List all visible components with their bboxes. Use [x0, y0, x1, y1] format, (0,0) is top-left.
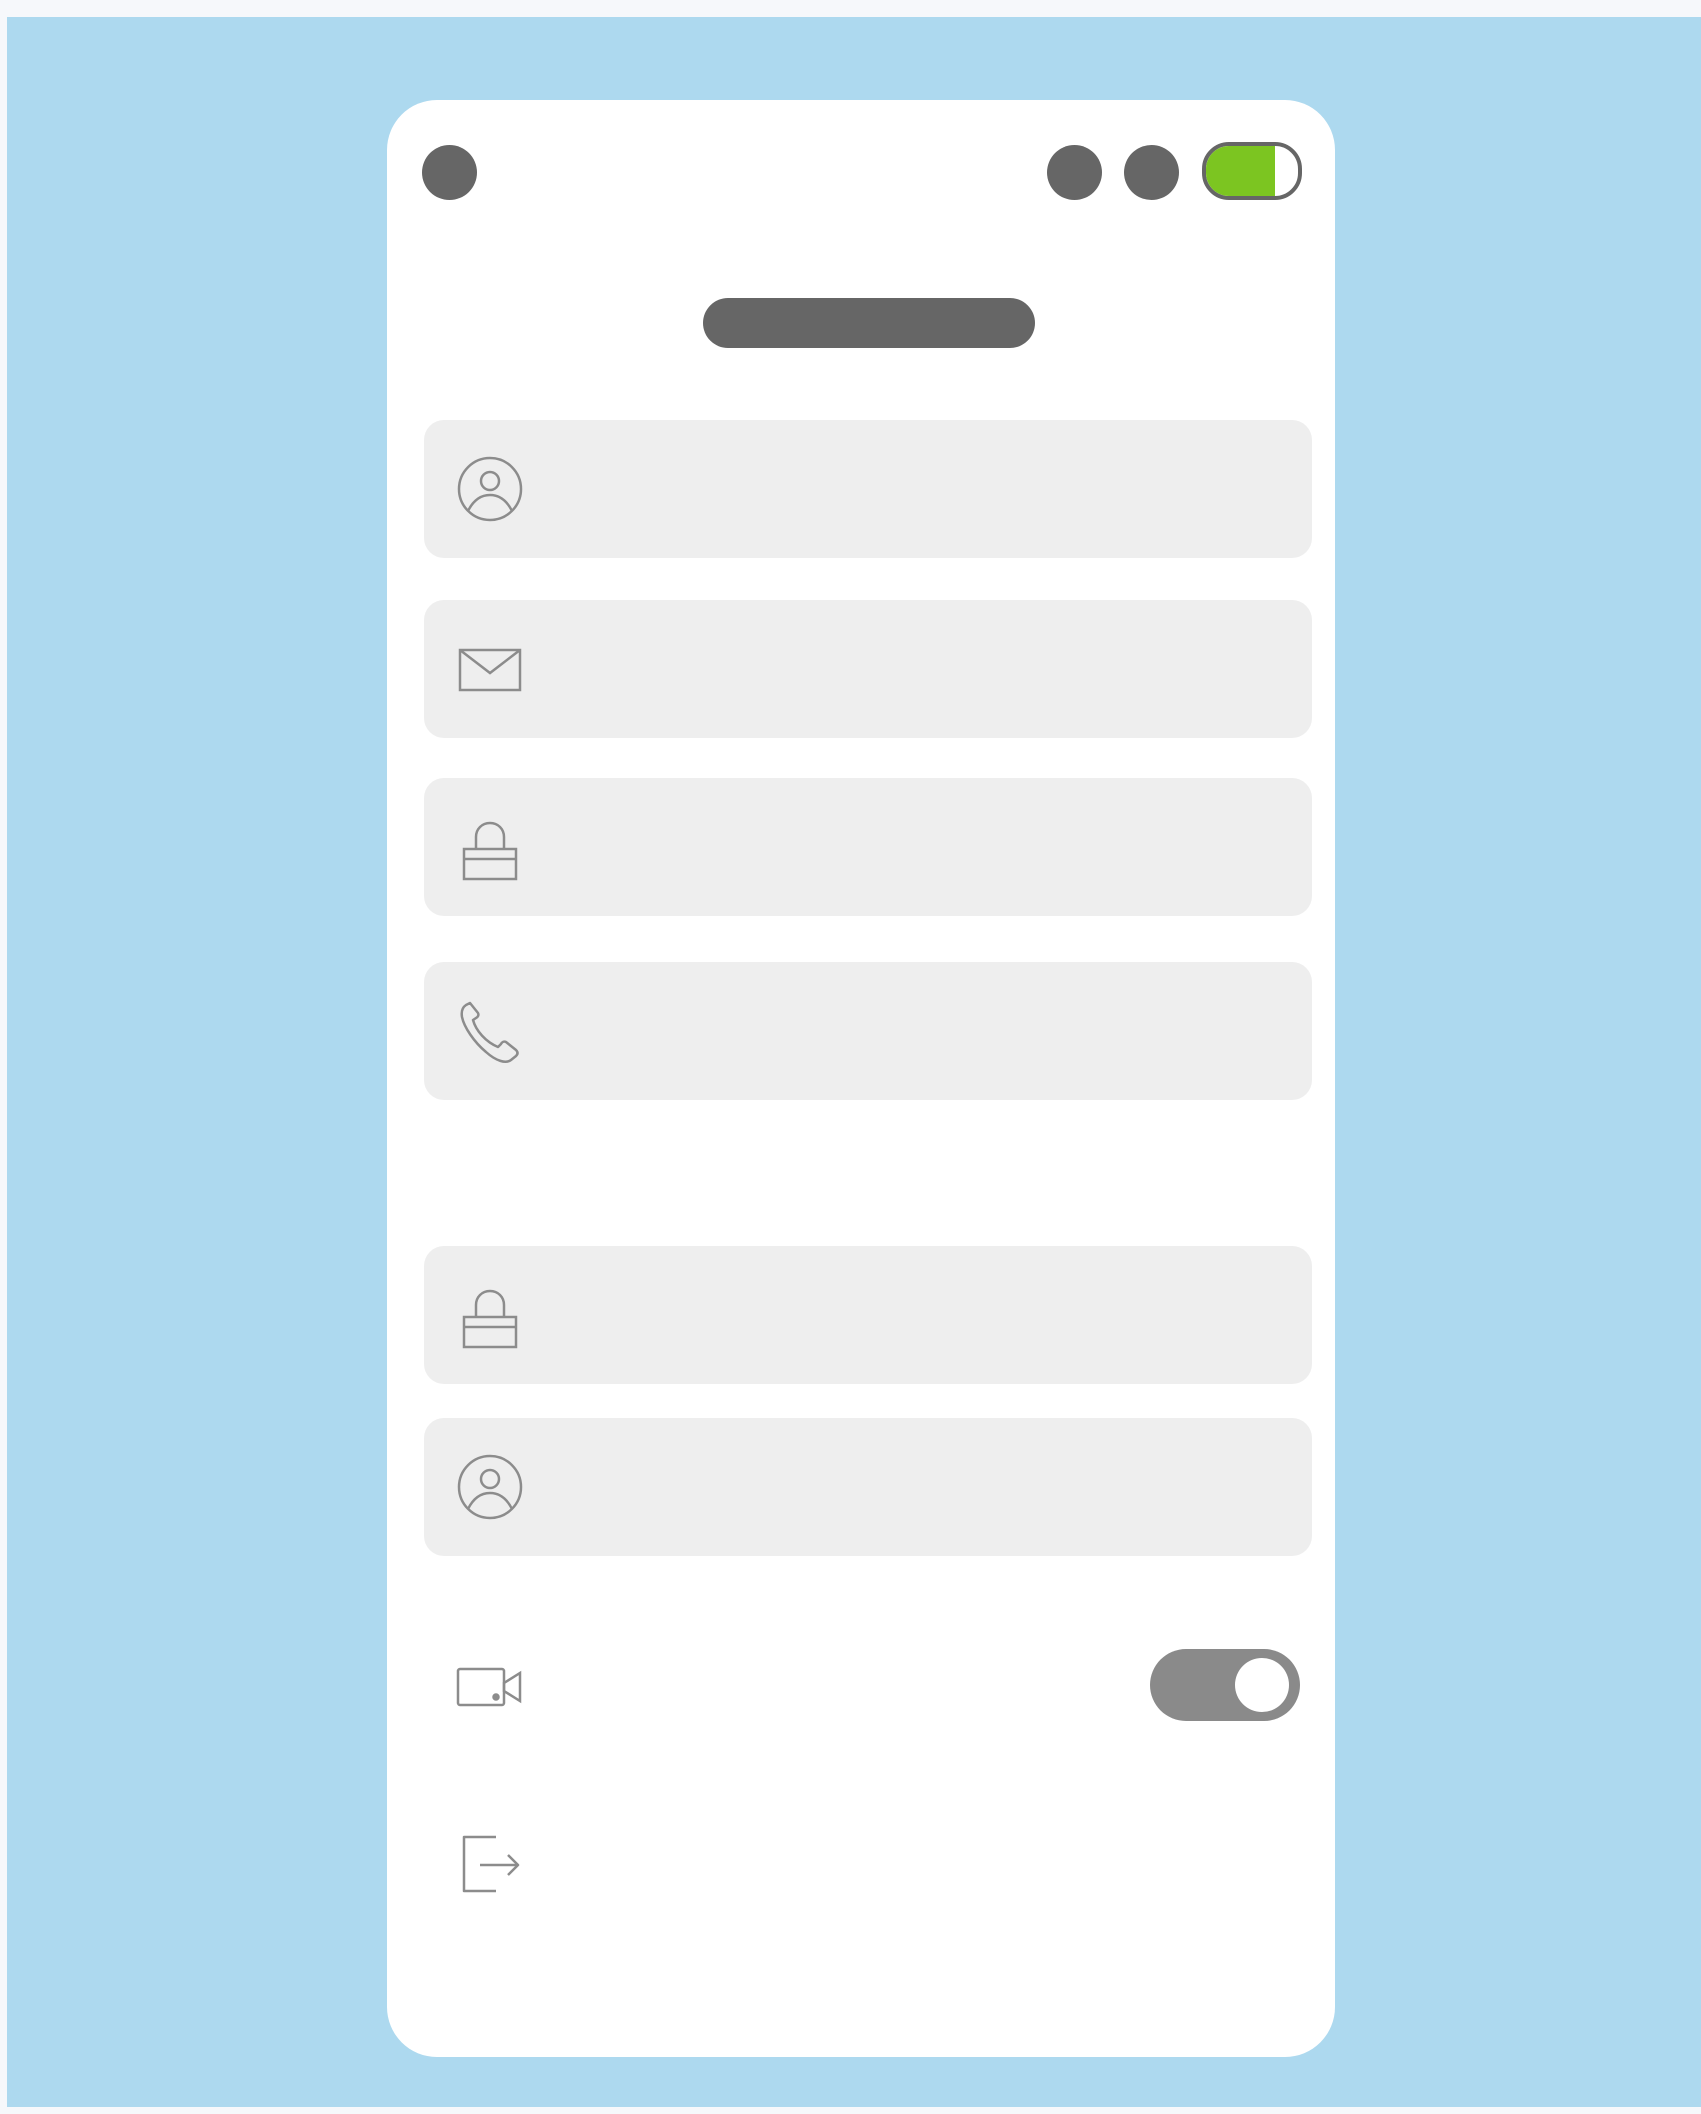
video-camera-icon	[456, 1667, 522, 1707]
status-dot-left	[422, 145, 477, 200]
battery-level-fill	[1206, 146, 1275, 196]
lock-icon	[462, 1289, 518, 1349]
confirm-password-field[interactable]	[424, 1246, 1312, 1384]
mail-icon	[458, 648, 522, 692]
phone-screen	[387, 100, 1335, 2057]
display-name-field[interactable]	[424, 1418, 1312, 1556]
page-backdrop	[7, 17, 1701, 2107]
page-title-placeholder	[703, 298, 1035, 348]
logout-row[interactable]	[424, 1808, 1312, 1918]
user-icon	[457, 456, 523, 522]
status-dot-wifi	[1124, 145, 1179, 200]
phone-icon	[460, 1001, 519, 1063]
battery-indicator	[1202, 142, 1302, 200]
lock-icon	[462, 821, 518, 881]
password-field[interactable]	[424, 778, 1312, 916]
video-setting-row	[424, 1632, 1312, 1742]
logout-icon[interactable]	[456, 1829, 524, 1897]
user-icon	[457, 1454, 523, 1520]
video-toggle[interactable]	[1150, 1649, 1300, 1721]
phone-field[interactable]	[424, 962, 1312, 1100]
email-field[interactable]	[424, 600, 1312, 738]
username-field[interactable]	[424, 420, 1312, 558]
status-dot-signal	[1047, 145, 1102, 200]
video-toggle-knob[interactable]	[1235, 1658, 1289, 1712]
